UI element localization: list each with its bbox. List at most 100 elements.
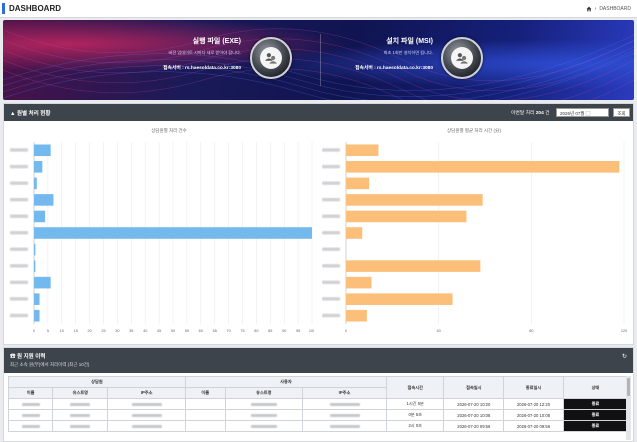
left-chart-redacted-label <box>10 231 28 235</box>
group-requester-header: 사용자 <box>184 376 388 388</box>
right-chart-redacted-label <box>322 297 340 301</box>
right-chart-redacted-label <box>322 280 340 285</box>
col-req-user: 유스트명 <box>224 387 304 399</box>
end-time-cell: 2026-07-20 09:56 <box>503 420 564 432</box>
duration-cell: 0분 5초 <box>385 409 445 421</box>
table-row[interactable]: 2시 0초 2026-07-20 09:56 2026-07-20 09:56 종료 <box>7 420 629 432</box>
page-title: DASHBOARD <box>9 4 61 13</box>
top-bar: DASHBOARD › DASHBOARD <box>0 0 637 18</box>
left-chart-x-tick-label: 95 <box>296 329 300 333</box>
redacted-cell <box>302 409 387 421</box>
left-chart-redacted-label <box>10 247 28 252</box>
col-time: 접속시간 <box>385 376 445 399</box>
left-chart-x-tick-label: 45 <box>157 329 161 333</box>
duration-cell: 2시 0초 <box>385 420 445 432</box>
redacted-cell <box>52 409 109 421</box>
right-chart-bar <box>346 177 370 190</box>
status-panel-title: ▲ 원별 처리 현황 <box>10 111 51 117</box>
breadcrumb[interactable]: › DASHBOARD <box>586 6 631 12</box>
scrollbar-thumb[interactable] <box>627 378 630 396</box>
left-chart-bar <box>34 210 46 223</box>
left-chart-x-tick-label: 75 <box>240 329 244 333</box>
redacted-cell <box>184 409 226 421</box>
redacted-cell <box>184 398 226 410</box>
redacted-cell <box>224 409 304 421</box>
redacted-cell <box>302 420 387 432</box>
right-chart-x-tick-label: 80 <box>529 329 533 333</box>
connect-time-cell: 2026-07-20 10:20 <box>443 398 505 410</box>
msi-download-button[interactable] <box>441 37 483 79</box>
connect-time-cell: 2026-07-20 10:08 <box>443 409 505 421</box>
status-panel: ▲ 원별 처리 현황 이번달 처리 204 건 2026년 07월 ▢ 조회 상… <box>3 103 634 345</box>
msi-title: 설치 파일 (MSI) <box>386 38 433 45</box>
right-chart-title: 상담원별 평균 처리 시간 (分) <box>447 128 501 133</box>
breadcrumb-current: DASHBOARD <box>599 6 631 12</box>
end-time-cell: 2026-07-20 10:08 <box>503 409 564 421</box>
refresh-icon[interactable]: ↻ <box>622 353 627 360</box>
status-button[interactable]: 종료 <box>562 398 629 410</box>
table-row[interactable]: 0분 5초 2026-07-20 10:08 2026-07-20 10:08 종료 <box>7 409 629 421</box>
left-chart-x-tick-label: 60 <box>199 329 203 333</box>
month-picker[interactable]: 2026년 07월 ▢ <box>556 108 609 117</box>
redacted-cell <box>224 398 304 410</box>
status-button[interactable]: 종료 <box>562 420 629 432</box>
right-chart-bar <box>346 194 483 206</box>
redacted-cell <box>7 398 54 410</box>
col-req-name: 이름 <box>184 387 226 399</box>
exe-title: 실행 파일 (EXE) <box>192 38 241 45</box>
redacted-cell <box>107 420 186 432</box>
left-chart-redacted-label <box>10 313 28 318</box>
query-button[interactable]: 조회 <box>613 108 630 117</box>
right-chart-redacted-label <box>322 313 340 318</box>
right-chart-redacted-label <box>322 264 340 268</box>
right-chart-redacted-label <box>322 148 340 152</box>
left-chart-x-tick-label: 20 <box>87 329 91 333</box>
left-chart-redacted-label <box>10 148 28 152</box>
right-chart-redacted-label <box>322 247 340 252</box>
redacted-cell <box>302 398 387 410</box>
left-chart-bar <box>34 227 312 239</box>
support-history-title: ☎ 원 지원 이력 <box>10 354 46 360</box>
left-chart-bar <box>34 177 37 190</box>
left-chart-x-tick-label: 30 <box>115 329 119 333</box>
redacted-cell <box>224 420 304 432</box>
left-chart-title: 상담원별 처리 건수 <box>151 128 187 133</box>
table-row[interactable]: 1시간 5분 2026-07-20 10:20 2026-07-20 12:20 종료 <box>7 398 629 410</box>
right-chart-bar <box>346 276 372 289</box>
right-chart-bar <box>346 293 453 305</box>
right-chart-bar <box>346 227 363 239</box>
status-button[interactable]: 종료 <box>562 409 629 421</box>
left-chart-redacted-label <box>10 214 28 218</box>
monthly-count: 이번달 처리 204 건 <box>511 111 550 116</box>
title-accent <box>2 3 5 14</box>
right-chart-bar <box>346 309 367 322</box>
right-chart-x-tick-label: 0 <box>345 329 347 333</box>
redacted-cell <box>7 420 54 432</box>
left-chart-x-tick-label: 70 <box>226 329 230 333</box>
redacted-cell <box>107 409 186 421</box>
col-agent-ip: IP주소 <box>107 387 186 399</box>
right-chart-bar <box>346 210 467 223</box>
right-chart-bar <box>346 144 379 157</box>
duration-cell: 1시간 5분 <box>385 398 445 410</box>
redacted-cell <box>7 409 54 421</box>
msi-desc: 최초 1회만 설치하면 됩니다. <box>383 50 433 55</box>
right-chart-redacted-label <box>322 214 340 218</box>
left-chart-bar <box>34 260 36 272</box>
download-banner: 실행 파일 (EXE) 버전 업데이트 시마다 새로 받아야 합니다. 접속서버… <box>3 20 634 100</box>
col-connect: 접속일시 <box>443 376 505 399</box>
left-chart-bar <box>34 276 51 289</box>
home-icon[interactable] <box>586 6 592 12</box>
left-chart-x-tick-label: 65 <box>213 329 217 333</box>
table-scrollbar[interactable] <box>626 376 631 440</box>
left-chart-bar <box>34 194 54 206</box>
left-chart-x-tick-label: 80 <box>254 329 258 333</box>
left-chart-x-tick-label: 5 <box>47 329 49 333</box>
msi-download-info: 설치 파일 (MSI) 최초 1회만 설치하면 됩니다. 접속서버 : rs.h… <box>273 36 433 71</box>
support-history-panel: ☎ 원 지원 이력 최근 소속 원(부)에서 처리이력 (최근 10건) ↻ 상… <box>3 347 634 442</box>
left-chart-redacted-label <box>10 264 28 268</box>
right-chart-redacted-label <box>322 197 340 202</box>
col-status: 상태 <box>562 376 629 399</box>
connect-time-cell: 2026-07-20 09:56 <box>443 420 505 432</box>
col-agent-name: 이름 <box>7 387 54 399</box>
